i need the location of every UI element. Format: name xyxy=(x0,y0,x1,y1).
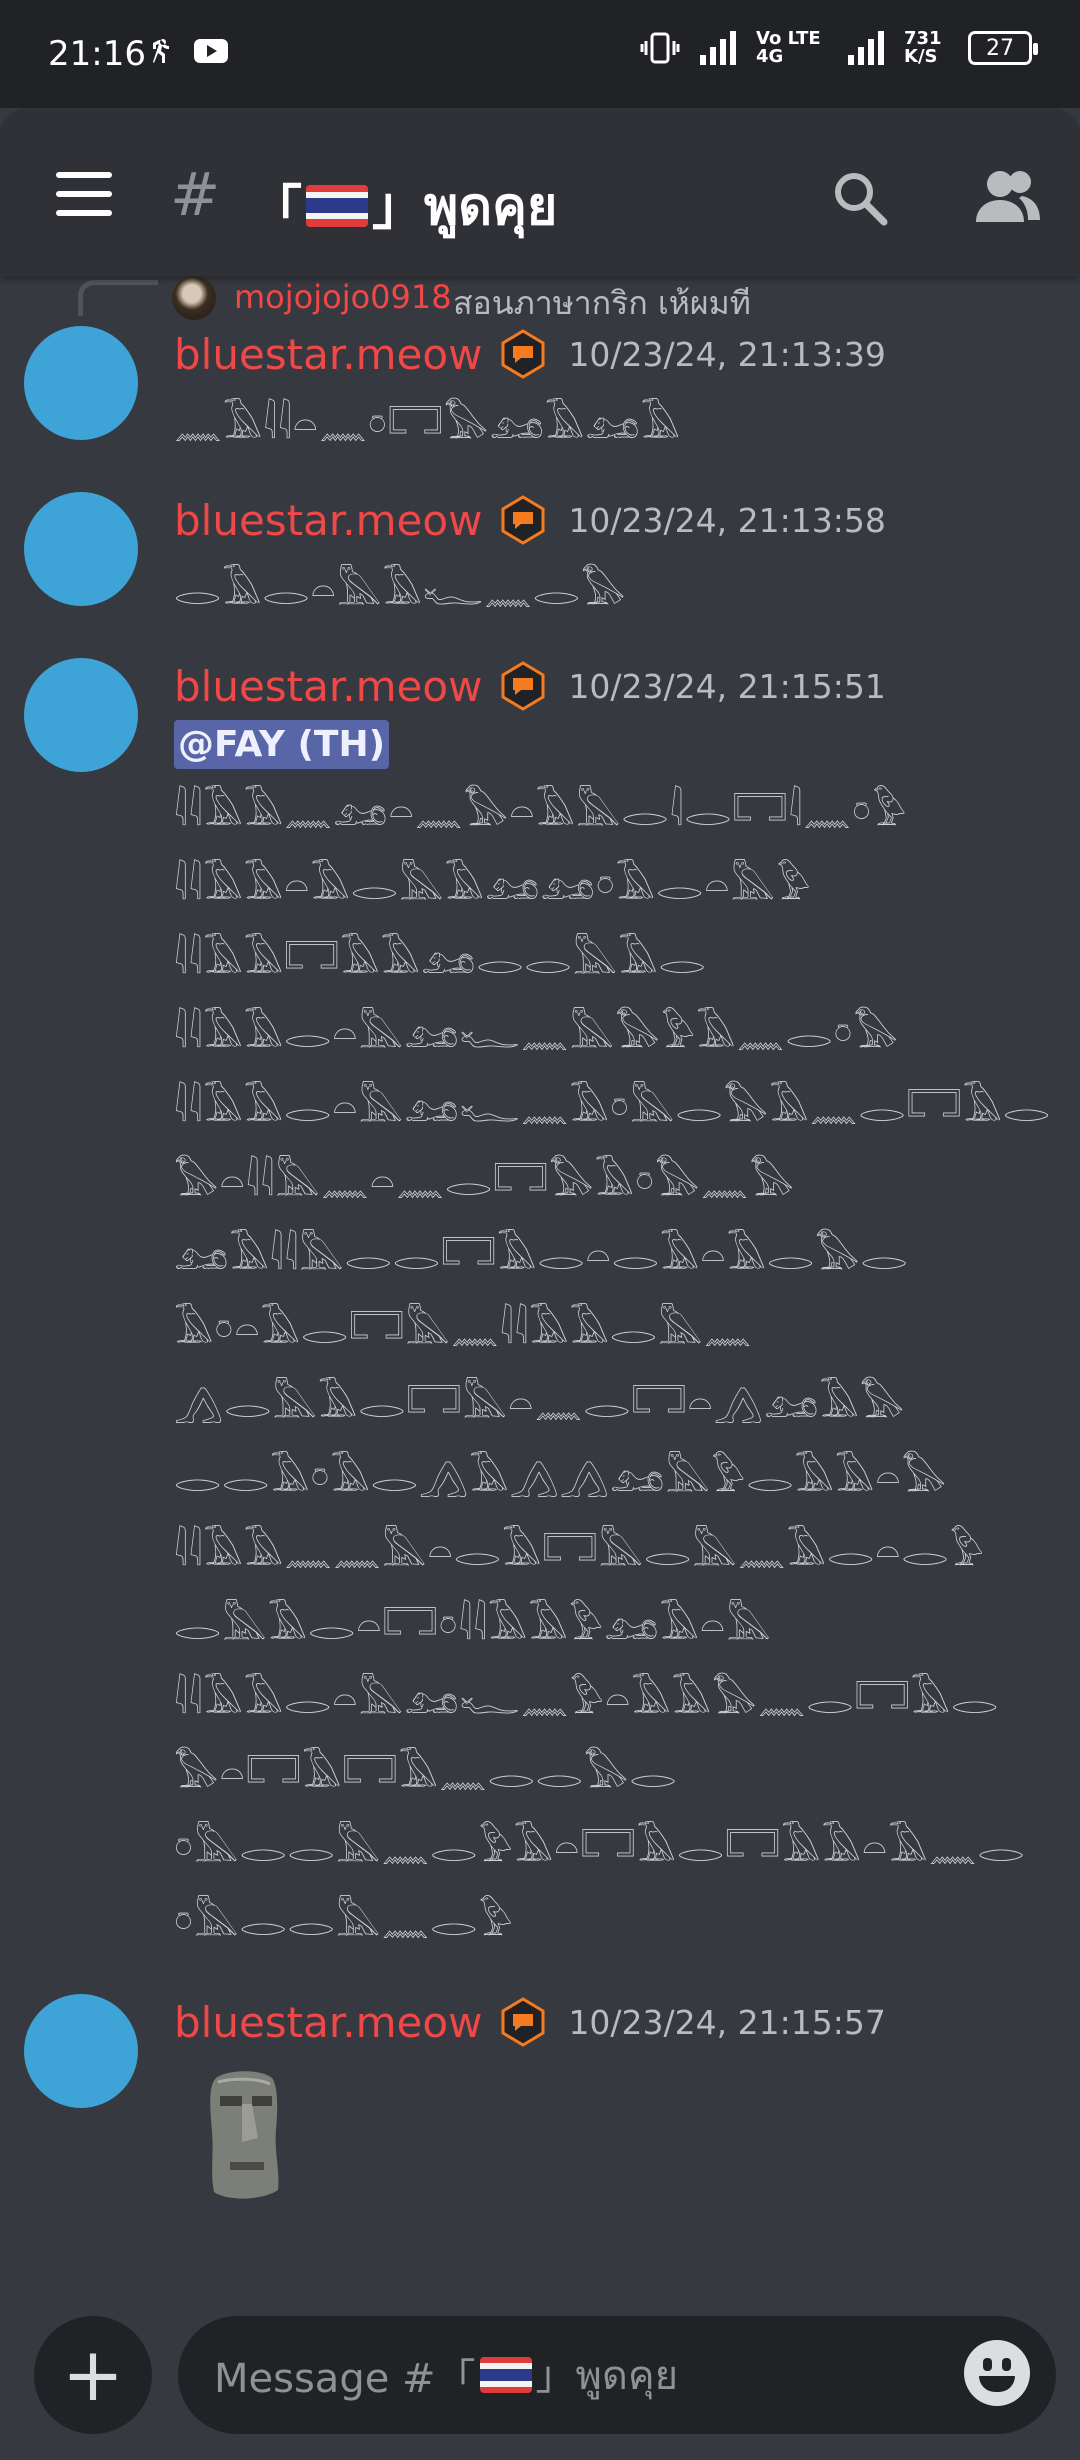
message-line: 𓂋𓂋𓄿𓏌𓄿𓂋𓂻𓄿𓂻𓂻𓃭𓅓𓅱𓂋𓄿𓄿𓏏𓅃 xyxy=(174,1455,948,1501)
battery-icon: 27 xyxy=(968,31,1038,65)
input-placeholder-right: 」พูดคุย xyxy=(535,2353,679,2399)
message-line: 𓂋𓅓𓄿𓂋𓏏𓉐𓏌𓇋𓇋𓄿𓄿𓅱𓃭𓄿𓏏𓅓 xyxy=(174,1603,772,1649)
message-line: 𓇋𓇋𓄿𓄿𓂋𓏏𓅓𓃭𓆑𓈖𓅓𓅃𓅱𓄿𓈖𓂋𓏌𓅃 xyxy=(174,1011,900,1057)
reply-connector xyxy=(78,280,158,316)
avatar[interactable] xyxy=(24,658,138,772)
avatar[interactable] xyxy=(24,326,138,440)
message-header: bluestar.meow 10/23/24, 21:15:51 xyxy=(174,658,886,714)
message-line: 𓇋𓇋𓄿𓄿𓏏𓄿𓂋𓅓𓄿𓃭𓃭𓏌𓄿𓂋𓏏𓅓𓅱 xyxy=(174,863,812,909)
thailand-flag-icon xyxy=(306,184,369,227)
author-name[interactable]: bluestar.meow xyxy=(174,1998,482,2047)
reply-avatar xyxy=(172,276,216,320)
message-line: 𓇋𓇋𓄿𓄿𓈖𓃭𓏏𓈖𓅃𓏏𓄿𓅓𓂋𓇋𓂋𓉐𓇋𓈖𓏌𓅱 xyxy=(174,789,908,835)
author-name[interactable]: bluestar.meow xyxy=(174,662,482,711)
timestamp: 10/23/24, 21:13:39 xyxy=(568,334,886,374)
message-line: 𓇋𓇋𓄿𓄿𓂋𓏏𓅓𓃭𓆑𓈖𓅱𓏏𓄿𓄿𓅃𓈖𓂋𓉐𓄿𓂋 xyxy=(174,1677,1000,1723)
message-header: bluestar.meow 10/23/24, 21:13:58 xyxy=(174,492,886,548)
message-line: 𓂻𓂋𓅓𓄿𓂋𓉐𓅓𓏏𓈖𓂋𓉐𓏏𓂻𓃭𓄿𓅃 xyxy=(174,1381,906,1427)
chat-badge-icon[interactable] xyxy=(500,329,546,379)
message-body: 𓂋𓄿𓂋𓏏𓅓𓄿𓆑𓈖𓂋𓅃 xyxy=(174,554,1054,628)
status-notification-icons xyxy=(145,36,229,66)
message-line: 𓄿𓏌𓏏𓄿𓂋𓉐𓅓𓈖𓇋𓇋𓄿𓄿𓂋𓅓𓈖 xyxy=(174,1307,753,1353)
message-line: 𓏌𓅓𓂋𓂋𓅓𓈖𓂋𓅱 xyxy=(174,1899,514,1945)
timestamp: 10/23/24, 21:15:57 xyxy=(568,2002,886,2042)
net-speed: 731 K/S xyxy=(904,28,942,67)
emoji-icon[interactable] xyxy=(964,2340,1030,2406)
message-line: 𓇋𓇋𓄿𓄿𓉐𓄿𓄿𓃭𓂋𓂋𓅓𓄿𓂋 xyxy=(174,937,707,983)
channel-title[interactable]: 「 」พูดคุย xyxy=(250,164,557,247)
status-right: Vo LTE 4G 731 K/S 27 xyxy=(640,28,1038,67)
channel-hash-icon: # xyxy=(170,160,221,230)
message-line: 𓇋𓇋𓄿𓄿𓈖𓈖𓅓𓏏𓂋𓄿𓉐𓅓𓂋𓅓𓈖𓄿𓂋𓏏𓂋𓅱 xyxy=(174,1529,985,1575)
author-name[interactable]: bluestar.meow xyxy=(174,330,482,379)
message-line: 𓅃𓏏𓉐𓄿𓉐𓄿𓈖𓂋𓂋𓅃𓂋 xyxy=(174,1751,678,1797)
network-label: Vo LTE 4G xyxy=(756,28,821,67)
message-body: @FAY (TH) 𓇋𓇋𓄿𓄿𓈖𓃭𓏏𓈖𓅃𓏏𓄿𓅓𓂋𓇋𓂋𓉐𓇋𓈖𓏌𓅱 𓇋𓇋𓄿𓄿𓏏𓄿𓂋𓅓𓄿… xyxy=(174,720,1054,1959)
moai-sticker[interactable] xyxy=(196,2068,292,2204)
channel-header: # 「 」พูดคุย xyxy=(0,108,1080,276)
chat-badge-icon[interactable] xyxy=(500,661,546,711)
menu-icon[interactable] xyxy=(56,172,112,216)
message-header: bluestar.meow 10/23/24, 21:15:57 xyxy=(174,1994,886,2050)
signal-icon xyxy=(700,31,736,65)
members-icon[interactable] xyxy=(972,166,1042,226)
signal-icon-2 xyxy=(848,31,884,65)
message-line: 𓇋𓇋𓄿𓄿𓂋𓏏𓅓𓃭𓆑𓈖𓄿𓏌𓅓𓂋𓅃𓄿𓈖𓂋𓉐𓄿𓂋 xyxy=(174,1085,1052,1131)
message-line: 𓃭𓄿𓇋𓇋𓅓𓂋𓂋𓉐𓄿𓂋𓏏𓂋𓄿𓏏𓄿𓂋𓅃𓂋 xyxy=(174,1233,909,1279)
message-line: 𓈖𓄿𓇋𓇋𓏏𓈖𓏌𓉐𓅃𓃭𓄿𓃭𓄿 xyxy=(174,402,682,448)
timestamp: 10/23/24, 21:15:51 xyxy=(568,666,886,706)
composer-bar: + Message #「 」พูดคุย xyxy=(0,2306,1080,2460)
user-mention[interactable]: @FAY (TH) xyxy=(174,720,390,769)
reply-text: สอนภาษากริก เห้ผมที xyxy=(453,284,751,322)
chat-badge-icon[interactable] xyxy=(500,1997,546,2047)
running-icon xyxy=(153,39,169,63)
channel-title-right: 」พูดคุย xyxy=(372,177,558,237)
plus-icon: + xyxy=(61,2332,124,2418)
vibrate-icon xyxy=(640,32,680,64)
message-header: bluestar.meow 10/23/24, 21:13:39 xyxy=(174,326,886,382)
thailand-flag-icon xyxy=(479,2357,532,2393)
message-body: 𓈖𓄿𓇋𓇋𓏏𓈖𓏌𓉐𓅃𓃭𓄿𓃭𓄿 xyxy=(174,388,1054,462)
search-icon[interactable] xyxy=(830,168,890,228)
message-line: 𓂋𓄿𓂋𓏏𓅓𓄿𓆑𓈖𓂋𓅃 xyxy=(174,568,627,614)
channel-title-left: 「 xyxy=(250,181,303,241)
chat-badge-icon[interactable] xyxy=(500,495,546,545)
status-bar: 21:16 Vo LTE 4G 731 K/S 27 xyxy=(0,0,1080,108)
reply-author: mojojojo0918 xyxy=(234,278,452,316)
input-placeholder-left: Message #「 xyxy=(214,2356,476,2402)
message-line: 𓏌𓅓𓂋𓂋𓅓𓈖𓂋𓅱𓄿𓏏𓉐𓄿𓂋𓉐𓄿𓄿𓏏𓄿𓈖𓂋 xyxy=(174,1825,1026,1871)
message-line: 𓅃𓏏𓇋𓇋𓅓𓈖𓏏𓈖𓂋𓉐𓅃𓄿𓏌𓅃𓈖𓅃 xyxy=(174,1159,796,1205)
youtube-icon xyxy=(194,39,228,63)
author-name[interactable]: bluestar.meow xyxy=(174,496,482,545)
add-attachment-button[interactable]: + xyxy=(34,2316,152,2434)
timestamp: 10/23/24, 21:13:58 xyxy=(568,500,886,540)
message-feed[interactable]: mojojojo0918 สอนภาษากริก เห้ผมที bluesta… xyxy=(0,276,1080,2306)
avatar[interactable] xyxy=(24,492,138,606)
message-input[interactable]: Message #「 」พูดคุย xyxy=(178,2316,1056,2434)
avatar[interactable] xyxy=(24,1994,138,2108)
battery-level: 27 xyxy=(986,35,1014,61)
status-time: 21:16 xyxy=(48,34,146,74)
